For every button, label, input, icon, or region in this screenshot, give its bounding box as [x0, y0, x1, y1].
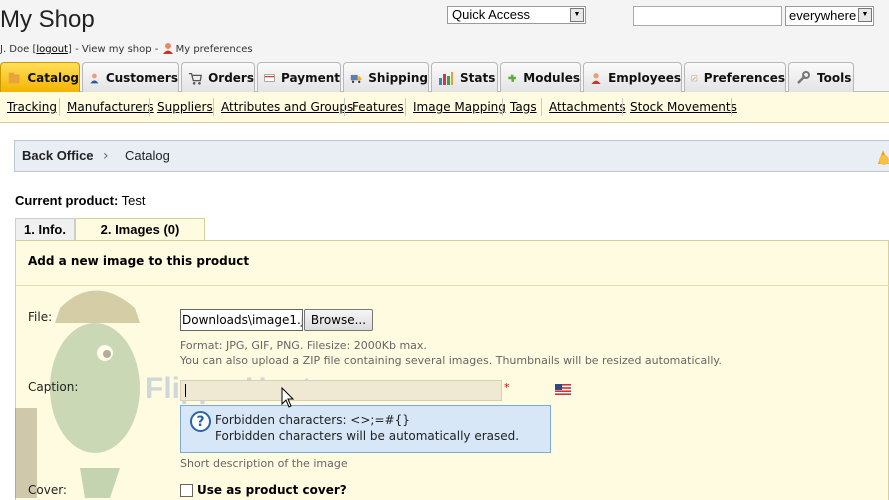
header-links: J. Doe [logout] - View my shop - My pref… [0, 42, 253, 55]
tools-icon [797, 70, 810, 84]
employees-icon [591, 72, 601, 84]
divider [502, 98, 503, 116]
orders-icon [188, 72, 202, 85]
current-product: Current product: Test [15, 193, 146, 208]
text-caret [185, 384, 186, 397]
payment-icon [264, 73, 275, 82]
submenu-manufacturers[interactable]: Manufacturers [67, 100, 154, 114]
divider [541, 98, 542, 116]
tab-label: Payment [281, 70, 340, 85]
tab-customers[interactable]: Customers [82, 62, 179, 92]
file-label: File: [28, 310, 53, 324]
stats-icon [439, 71, 453, 85]
tab-label: Catalog [27, 70, 79, 85]
chevron-down-icon[interactable]: ▼ [858, 8, 872, 22]
tab-label: Tools [817, 70, 852, 85]
current-product-label: Current product: [15, 193, 119, 208]
divider [213, 98, 214, 116]
customers-icon [90, 73, 99, 83]
tooltip-line-1: Forbidden characters: <>;=#{} [215, 413, 410, 427]
chevron-right-icon: › [103, 148, 109, 164]
breadcrumb: Back Office › Catalog [14, 140, 889, 172]
tab-label: Preferences [703, 70, 785, 85]
question-icon: ? [190, 411, 211, 432]
submenu-stock-movements[interactable]: Stock Movements [630, 100, 737, 114]
logout-link[interactable]: logout [36, 44, 68, 55]
shop-title: My Shop [0, 6, 95, 33]
quick-access-select[interactable]: Quick Access ▼ [447, 6, 586, 24]
browse-button[interactable]: Browse... [304, 309, 373, 331]
tab-product-info[interactable]: 1. Info. [15, 218, 75, 240]
cover-label: Cover: [28, 483, 67, 497]
tab-label: Shipping [368, 70, 428, 85]
tab-payment[interactable]: Payment [257, 62, 341, 92]
us-flag-icon[interactable] [555, 384, 571, 395]
submenu-tracking[interactable]: Tracking [7, 100, 57, 114]
submenu-attachments[interactable]: Attachments [549, 100, 626, 114]
tab-label: Modules [523, 70, 580, 85]
submenu-attributes-groups[interactable]: Attributes and Groups [221, 100, 353, 114]
divider [344, 98, 345, 116]
help-icon[interactable] [876, 146, 889, 166]
tab-label: Stats [460, 70, 496, 85]
file-path-input[interactable]: Downloads\image1.jpg [180, 309, 303, 331]
shipping-icon [350, 74, 362, 83]
divider [149, 98, 150, 116]
modules-icon [508, 74, 516, 82]
my-preferences-link[interactable]: My preferences [176, 44, 253, 55]
tab-modules[interactable]: Modules [500, 62, 581, 92]
view-shop-text[interactable]: ] - View my shop - [68, 44, 158, 55]
chevron-down-icon[interactable]: ▼ [570, 8, 584, 22]
submenu-suppliers[interactable]: Suppliers [157, 100, 213, 114]
divider [731, 98, 732, 116]
search-input[interactable] [633, 6, 782, 26]
required-marker: * [504, 381, 510, 394]
catalog-submenu: Tracking Manufacturers Suppliers Attribu… [0, 92, 889, 123]
tab-tools[interactable]: Tools [788, 62, 854, 92]
submenu-tags[interactable]: Tags [510, 100, 537, 114]
submenu-image-mapping[interactable]: Image Mapping [413, 100, 506, 114]
preferences-icon [691, 74, 698, 81]
caption-hint: Short description of the image [180, 457, 348, 470]
tooltip-line-2: Forbidden characters will be automatical… [215, 429, 520, 443]
tab-label: Orders [208, 70, 254, 85]
tab-product-images[interactable]: 2. Images (0) [75, 218, 205, 240]
zip-hint: You can also upload a ZIP file containin… [180, 354, 722, 367]
tab-catalog[interactable]: Catalog [0, 62, 80, 92]
submenu-features[interactable]: Features [352, 100, 404, 114]
cover-checkbox-label[interactable]: Use as product cover? [197, 483, 347, 497]
tab-label: Employees [608, 70, 681, 85]
divider [405, 98, 406, 116]
caption-label: Caption: [28, 380, 79, 394]
search-scope-select[interactable]: everywhere ▼ [785, 6, 874, 26]
divider [622, 98, 623, 116]
tab-label: Customers [105, 70, 178, 85]
catalog-icon [8, 72, 20, 83]
main-tabs: Catalog Customers Orders Payment Shippin… [0, 62, 889, 92]
tab-shipping[interactable]: Shipping [343, 62, 429, 92]
user-name: J. Doe [ [0, 44, 37, 55]
breadcrumb-catalog: Catalog [125, 148, 170, 163]
caption-input[interactable] [180, 380, 502, 401]
tab-preferences[interactable]: Preferences [684, 62, 786, 92]
divider [59, 98, 60, 116]
format-hint: Format: JPG, GIF, PNG. Filesize: 2000Kb … [180, 339, 427, 352]
panel-title: Add a new image to this product [28, 254, 250, 268]
current-product-name: Test [121, 193, 146, 208]
quick-access-value: Quick Access [452, 7, 531, 22]
preferences-user-icon [162, 43, 173, 54]
tab-orders[interactable]: Orders [181, 62, 255, 92]
tab-stats[interactable]: Stats [431, 62, 498, 92]
tab-employees[interactable]: Employees [583, 62, 682, 92]
cover-checkbox[interactable] [180, 484, 193, 497]
breadcrumb-back-office[interactable]: Back Office [22, 148, 94, 163]
search-scope-value: everywhere [789, 8, 857, 23]
mouse-pointer-icon [281, 387, 295, 408]
